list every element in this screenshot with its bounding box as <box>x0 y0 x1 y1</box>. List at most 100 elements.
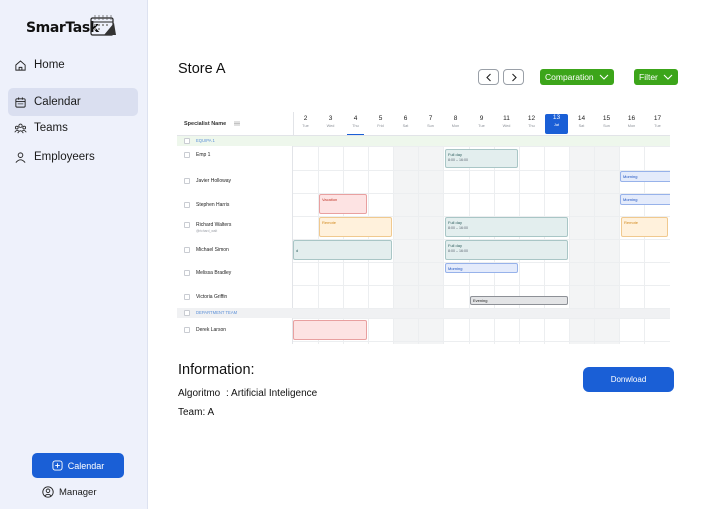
day-header[interactable]: 6 Sat <box>393 115 418 128</box>
team-value: A <box>207 407 215 418</box>
remote-event[interactable]: Remote <box>319 217 392 237</box>
logo: SmarTask <box>26 14 116 42</box>
plus-square-icon <box>52 460 63 471</box>
filter-dropdown[interactable]: Filter <box>634 69 678 85</box>
specialist-row: Melissa Bradley <box>177 264 293 286</box>
user-icon <box>15 151 26 163</box>
remote-event[interactable]: Remote <box>621 217 668 237</box>
day-header[interactable]: 12 Thu <box>519 115 544 128</box>
specialist-name: Derek Larson <box>196 327 227 333</box>
specialist-column: EQUIPA 1 Emp 1 Javier Holloway Stephen H… <box>177 112 293 344</box>
manager-profile[interactable]: Manager <box>42 486 97 498</box>
day-header-today[interactable]: 13 Jat <box>545 114 568 134</box>
day-header[interactable]: 9 Tue <box>469 115 494 128</box>
day-header[interactable]: 8 Mon <box>443 115 468 128</box>
specialist-name: Javier Holloway <box>196 178 232 184</box>
day-header[interactable]: 15 Sun <box>594 115 619 128</box>
group-label: EQUIPA 1 <box>196 138 215 143</box>
chevron-down-icon <box>599 74 609 80</box>
row-checkbox[interactable] <box>184 294 190 300</box>
specialist-row: Victoria Griffin <box>177 289 293 311</box>
sidebar-item-teams[interactable]: Teams <box>8 114 138 142</box>
page-title: Store A <box>178 61 226 77</box>
day-header[interactable]: 16 Mon <box>619 115 644 128</box>
specialist-row: Emp 1 <box>177 146 293 168</box>
day-header[interactable]: 11 Wed <box>494 115 519 128</box>
specialist-name: Emp 1 <box>196 152 211 158</box>
shift-event[interactable]: Morning <box>445 263 518 273</box>
sort-icon[interactable] <box>234 121 240 126</box>
sidebar-item-label: Employeers <box>34 151 95 163</box>
specialist-handle: @richard_walt <box>196 229 218 233</box>
add-calendar-button[interactable]: Calendar <box>32 453 124 478</box>
chevron-left-icon <box>485 73 491 81</box>
row-checkbox[interactable] <box>184 222 190 228</box>
shift-event[interactable]: Full day 8:00 – 16:00 <box>445 149 518 168</box>
vacation-event[interactable] <box>293 320 367 340</box>
manager-label: Manager <box>59 486 97 498</box>
chevron-right-icon <box>511 73 517 81</box>
sidebar: SmarTask Home Calendar Teams Employeers … <box>0 0 148 509</box>
day-header[interactable]: 14 Sat <box>569 115 594 128</box>
row-checkbox[interactable] <box>184 178 190 184</box>
sidebar-item-employeers[interactable]: Employeers <box>8 143 138 171</box>
previous-button[interactable] <box>478 69 499 85</box>
specialist-row: Derek Larson <box>177 322 293 344</box>
specialist-name: Michael Simon <box>196 247 229 253</box>
sidebar-item-label: Calendar <box>34 96 81 108</box>
teams-icon <box>14 123 27 133</box>
schedule-calendar: Specialist Name 2 Tue 3 Wed 4 Thu 5 Frid 6 Sa… <box>177 112 670 344</box>
user-circle-icon <box>42 486 54 498</box>
information-title: Information: <box>178 362 255 378</box>
app: SmarTask Home Calendar Teams Employeers … <box>0 0 715 509</box>
sidebar-item-calendar[interactable]: Calendar <box>8 88 138 116</box>
row-checkbox[interactable] <box>184 247 190 253</box>
specialist-row: Stephen Harris <box>177 196 293 218</box>
home-icon <box>15 59 26 71</box>
shift-event[interactable]: Evening <box>470 296 568 305</box>
shift-event[interactable]: Full day 8:00 – 16:00 <box>445 217 568 237</box>
shift-event[interactable]: d <box>293 240 392 260</box>
algorithm-label: Algoritmo <box>178 388 221 399</box>
filter-label: Filter <box>639 72 658 82</box>
specialist-row: Richard Walters @richard_walt <box>177 216 293 238</box>
row-checkbox[interactable] <box>184 202 190 208</box>
team-label: Team: <box>178 407 206 418</box>
team-line: Team: A <box>178 407 214 418</box>
specialist-name: Stephen Harris <box>196 202 230 208</box>
group-row-equipa: EQUIPA 1 <box>177 136 293 146</box>
specialist-name-header: Specialist Name <box>184 121 227 127</box>
specialist-name: Richard Walters <box>196 222 232 228</box>
day-header[interactable]: 5 Frid <box>368 115 393 128</box>
shift-event[interactable]: Morning <box>620 194 670 205</box>
algorithm-line: Algoritmo : Artificial Inteligence <box>178 388 318 399</box>
shift-event[interactable]: Morning <box>620 171 670 182</box>
calendar-icon <box>15 96 26 108</box>
chevron-down-icon <box>663 74 673 80</box>
row-checkbox[interactable] <box>184 270 190 276</box>
sidebar-item-label: Home <box>34 59 65 71</box>
row-checkbox[interactable] <box>184 327 190 333</box>
download-button[interactable]: Donwload <box>583 367 674 392</box>
day-header[interactable]: 4 Thu <box>343 115 368 128</box>
algorithm-value: Artificial Inteligence <box>231 388 318 399</box>
specialist-name: Victoria Griffin <box>196 294 228 300</box>
group-checkbox[interactable] <box>184 138 190 144</box>
day-header[interactable]: 7 Sun <box>418 115 443 128</box>
comparation-dropdown[interactable]: Comparation <box>540 69 614 85</box>
day-header[interactable]: 17 Tue <box>645 115 670 128</box>
specialist-name: Melissa Bradley <box>196 270 232 276</box>
row-checkbox[interactable] <box>184 152 190 158</box>
vacation-event[interactable]: Vacation <box>319 194 367 214</box>
specialist-row: Michael Simon <box>177 241 293 263</box>
next-button[interactable] <box>503 69 524 85</box>
comparation-label: Comparation <box>545 72 594 82</box>
selected-day-indicator <box>347 134 364 135</box>
calendar-header: Specialist Name 2 Tue 3 Wed 4 Thu 5 Frid 6 Sa… <box>177 112 670 136</box>
sidebar-item-home[interactable]: Home <box>8 51 138 79</box>
logo-calendar-icon <box>90 15 116 36</box>
add-calendar-label: Calendar <box>67 460 105 471</box>
day-header[interactable]: 3 Wed <box>318 115 343 128</box>
day-header[interactable]: 2 Tue <box>293 115 318 128</box>
shift-event[interactable]: Full day 8:00 – 16:00 <box>445 240 568 260</box>
